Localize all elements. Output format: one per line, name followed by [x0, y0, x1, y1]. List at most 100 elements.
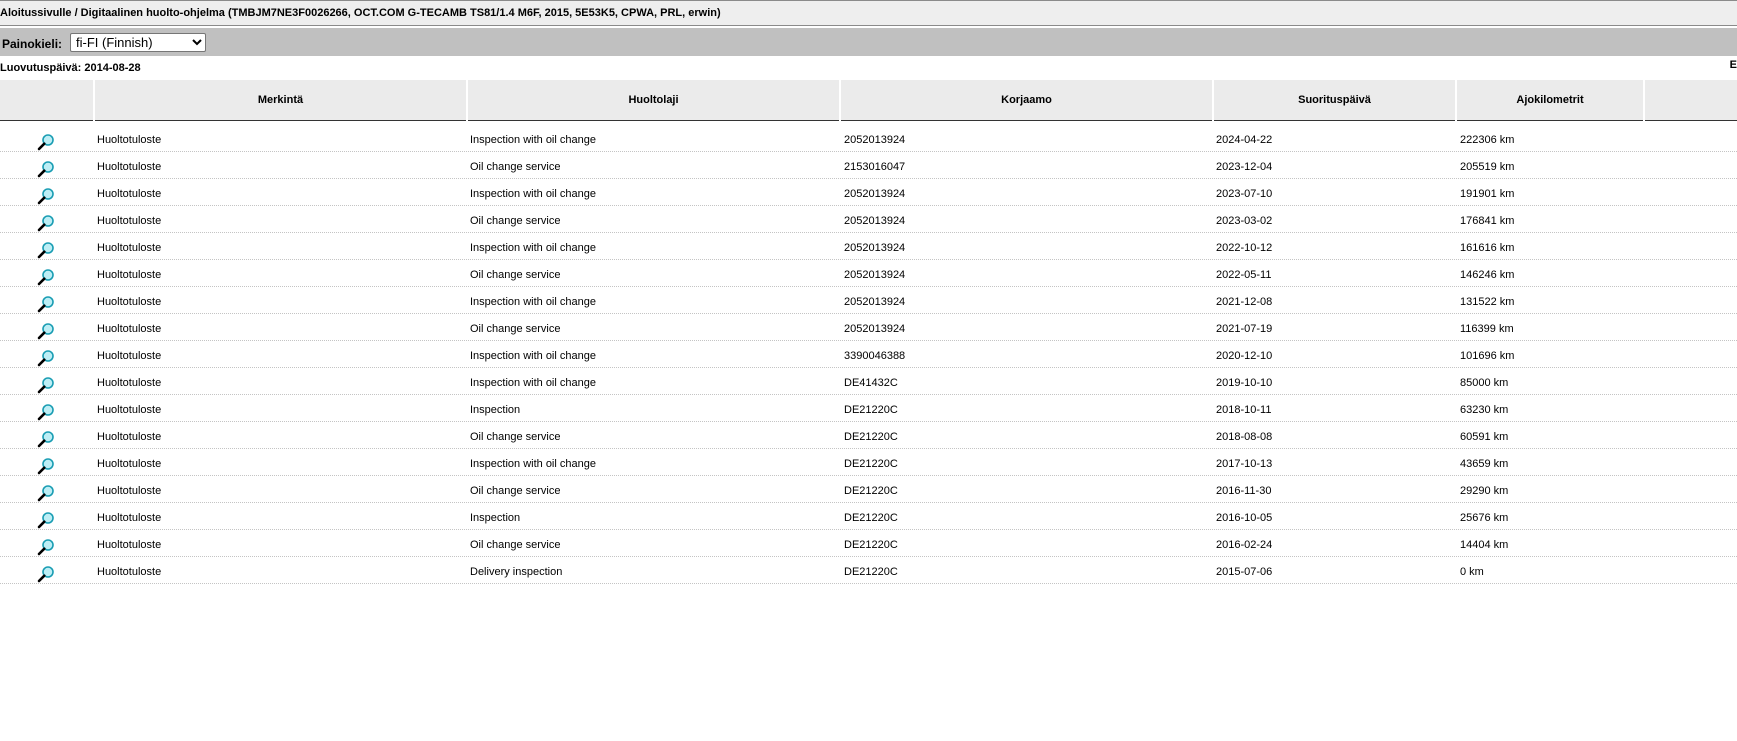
cell-suorituspaiva: 2023-12-04 [1216, 161, 1273, 173]
cell-merkinta: Huoltotuloste [97, 350, 162, 362]
magnifier-icon[interactable] [37, 511, 55, 529]
cell-ajokilometrit: 85000 km [1460, 377, 1509, 389]
cell-merkinta: Huoltotuloste [97, 431, 162, 443]
magnifier-icon[interactable] [37, 241, 55, 259]
cell-ajokilometrit: 222306 km [1460, 134, 1515, 146]
magnifier-icon[interactable] [37, 349, 55, 367]
cell-suorituspaiva: 2019-10-10 [1216, 377, 1273, 389]
table-row: Huoltotuloste Inspection with oil change 3… [0, 341, 1737, 368]
cell-korjaamo: 2153016047 [844, 161, 906, 173]
magnifier-icon[interactable] [37, 268, 55, 286]
cell-suorituspaiva: 2021-12-08 [1216, 296, 1273, 308]
cell-merkinta: Huoltotuloste [97, 134, 162, 146]
cell-korjaamo: DE21220C [844, 566, 898, 578]
cell-merkinta: Huoltotuloste [97, 377, 162, 389]
table-row: Huoltotuloste Oil change service DE21220C 2… [0, 422, 1737, 449]
magnifier-icon[interactable] [37, 430, 55, 448]
cell-ajokilometrit: 0 km [1460, 566, 1484, 578]
cell-ajokilometrit: 60591 km [1460, 431, 1509, 443]
cell-korjaamo: DE41432C [844, 377, 898, 389]
cell-ajokilometrit: 161616 km [1460, 242, 1515, 254]
cell-korjaamo: 2052013924 [844, 323, 906, 335]
cell-ajokilometrit: 101696 km [1460, 350, 1515, 362]
cell-merkinta: Huoltotuloste [97, 215, 162, 227]
cell-huoltolaji: Inspection with oil change [470, 242, 596, 254]
cell-ajokilometrit: 191901 km [1460, 188, 1515, 200]
delivery-date: Luovutuspäivä: 2014-08-28 [0, 62, 141, 74]
magnifier-icon[interactable] [37, 403, 55, 421]
cell-korjaamo: DE21220C [844, 485, 898, 497]
table-row: Huoltotuloste Oil change service 205201392… [0, 206, 1737, 233]
header-extra-column [1645, 80, 1737, 121]
cell-korjaamo: DE21220C [844, 512, 898, 524]
cell-merkinta: Huoltotuloste [97, 512, 162, 524]
cell-merkinta: Huoltotuloste [97, 242, 162, 254]
table-row: Huoltotuloste Oil change service 205201392… [0, 260, 1737, 287]
cell-huoltolaji: Inspection [470, 512, 521, 524]
cell-huoltolaji: Inspection with oil change [470, 188, 596, 200]
cell-huoltolaji: Inspection [470, 404, 521, 416]
table-row: Huoltotuloste Inspection with oil change 2… [0, 125, 1737, 152]
magnifier-icon[interactable] [37, 160, 55, 178]
cell-huoltolaji: Delivery inspection [470, 566, 563, 578]
cell-suorituspaiva: 2018-10-11 [1216, 404, 1272, 416]
top-bar: Aloitussivulle / Digitaalinen huolto-ohj… [0, 0, 1737, 26]
magnifier-icon[interactable] [37, 538, 55, 556]
language-label: Painokieli: [2, 37, 63, 51]
cell-suorituspaiva: 2023-03-02 [1216, 215, 1273, 227]
cell-merkinta: Huoltotuloste [97, 485, 162, 497]
cell-ajokilometrit: 25676 km [1460, 512, 1509, 524]
cell-merkinta: Huoltotuloste [97, 296, 162, 308]
header-ajokilometrit: Ajokilometrit [1457, 80, 1643, 121]
cell-korjaamo: 2052013924 [844, 269, 906, 281]
cell-suorituspaiva: 2018-08-08 [1216, 431, 1273, 443]
cell-huoltolaji: Oil change service [470, 539, 561, 551]
magnifier-icon[interactable] [37, 187, 55, 205]
magnifier-icon[interactable] [37, 295, 55, 313]
cell-suorituspaiva: 2022-05-11 [1216, 269, 1272, 281]
table-row: Huoltotuloste Oil change service DE21220C 2… [0, 476, 1737, 503]
cell-suorituspaiva: 2015-07-06 [1216, 566, 1273, 578]
cell-korjaamo: DE21220C [844, 431, 898, 443]
cell-ajokilometrit: 205519 km [1460, 161, 1515, 173]
table-row: Huoltotuloste Oil change service 205201392… [0, 314, 1737, 341]
cell-suorituspaiva: 2017-10-13 [1216, 458, 1273, 470]
cell-suorituspaiva: 2022-10-12 [1216, 242, 1273, 254]
cell-korjaamo: DE21220C [844, 404, 898, 416]
table-row: Huoltotuloste Inspection DE21220C 2018-10-1… [0, 395, 1737, 422]
magnifier-icon[interactable] [37, 214, 55, 232]
cell-ajokilometrit: 146246 km [1460, 269, 1515, 281]
cell-huoltolaji: Inspection with oil change [470, 377, 596, 389]
table-row: Huoltotuloste Inspection DE21220C 2016-10-0… [0, 503, 1737, 530]
header-suorituspaiva: Suorituspäivä [1214, 80, 1455, 121]
table-row: Huoltotuloste Inspection with oil change 2… [0, 287, 1737, 314]
cell-ajokilometrit: 63230 km [1460, 404, 1509, 416]
language-select[interactable]: fi-FI (Finnish) [70, 33, 206, 52]
cell-merkinta: Huoltotuloste [97, 323, 162, 335]
cell-huoltolaji: Inspection with oil change [470, 350, 596, 362]
breadcrumb[interactable]: Aloitussivulle / Digitaalinen huolto-ohj… [0, 7, 721, 19]
table-header: Merkintä Huoltolaji Korjaamo Suorituspäi… [0, 80, 1737, 121]
cell-suorituspaiva: 2016-11-30 [1216, 485, 1272, 497]
cell-ajokilometrit: 14404 km [1460, 539, 1509, 551]
table-row: Huoltotuloste Inspection with oil change 2… [0, 179, 1737, 206]
magnifier-icon[interactable] [37, 376, 55, 394]
header-merkinta: Merkintä [95, 80, 466, 121]
cell-merkinta: Huoltotuloste [97, 566, 162, 578]
cell-huoltolaji: Inspection with oil change [470, 134, 596, 146]
cell-korjaamo: DE21220C [844, 539, 898, 551]
magnifier-icon[interactable] [37, 457, 55, 475]
corner-text: E [1729, 59, 1737, 71]
cell-huoltolaji: Oil change service [470, 431, 561, 443]
magnifier-icon[interactable] [37, 484, 55, 502]
header-huoltolaji: Huoltolaji [468, 80, 839, 121]
table-row: Huoltotuloste Oil change service 215301604… [0, 152, 1737, 179]
magnifier-icon[interactable] [37, 322, 55, 340]
cell-merkinta: Huoltotuloste [97, 188, 162, 200]
table-row: Huoltotuloste Inspection with oil change D… [0, 368, 1737, 395]
magnifier-icon[interactable] [37, 565, 55, 583]
cell-suorituspaiva: 2016-10-05 [1216, 512, 1273, 524]
cell-korjaamo: 2052013924 [844, 188, 906, 200]
magnifier-icon[interactable] [37, 133, 55, 151]
cell-korjaamo: DE21220C [844, 458, 898, 470]
